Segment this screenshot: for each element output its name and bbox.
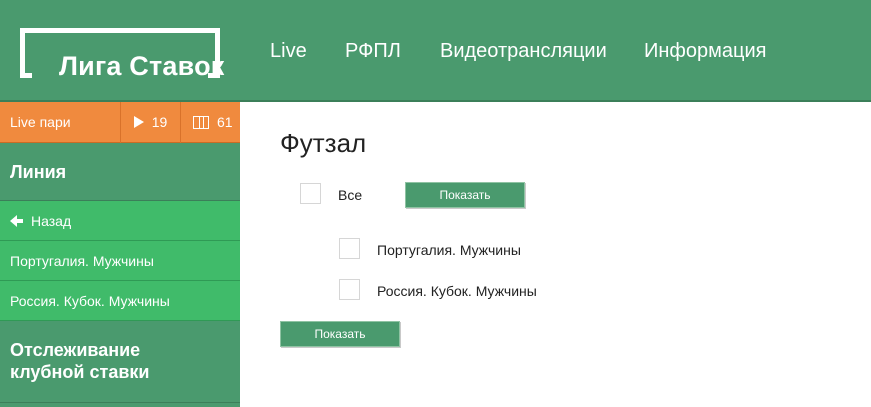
logo-frame-corner bbox=[20, 73, 32, 78]
league-label-portugal: Португалия. Мужчины bbox=[377, 242, 521, 258]
live-play-count-value: 19 bbox=[151, 113, 168, 130]
nav-video[interactable]: Видеотрансляции bbox=[440, 38, 607, 64]
nav-info[interactable]: Информация bbox=[644, 38, 766, 64]
play-icon bbox=[133, 116, 144, 128]
league-checkbox-portugal[interactable] bbox=[339, 238, 360, 259]
section-tracking-line2: клубной ставки bbox=[10, 362, 150, 382]
all-checkbox[interactable] bbox=[300, 183, 321, 204]
sidebar-back-link[interactable]: Назад bbox=[0, 201, 240, 241]
show-button-top[interactable]: Показать bbox=[405, 182, 525, 208]
sidebar-item-label: Россия. Кубок. Мужчины bbox=[10, 292, 170, 309]
section-line-title[interactable]: Линия bbox=[0, 143, 240, 201]
nav-rfpl[interactable]: РФПЛ bbox=[345, 38, 401, 64]
all-label: Все bbox=[338, 187, 363, 203]
show-button-bottom[interactable]: Показать bbox=[280, 321, 400, 347]
live-video-count[interactable]: 61 bbox=[181, 102, 233, 143]
sidebar-back-label: Назад bbox=[31, 212, 72, 229]
arrow-left-icon bbox=[10, 214, 23, 227]
sidebar-item-russia-cup[interactable]: Россия. Кубок. Мужчины bbox=[0, 281, 240, 321]
sidebar: Live пари 19 61 Линия Назад Португалия. … bbox=[0, 101, 240, 407]
main-content: Футзал Все Показать Португалия. Мужчины … bbox=[240, 102, 871, 407]
page-title: Футзал bbox=[280, 128, 367, 158]
live-bets-link[interactable]: Live пари bbox=[0, 101, 121, 143]
nav-live[interactable]: Live bbox=[270, 38, 307, 64]
sidebar-item-label: Португалия. Мужчины bbox=[10, 252, 154, 269]
section-tracking-title[interactable]: Отслеживание клубной ставки bbox=[0, 321, 240, 403]
live-bar: Live пари 19 61 bbox=[0, 101, 240, 143]
logo-frame-corner bbox=[208, 73, 220, 78]
top-header: Лига Ставок Live РФПЛ Видеотрансляции Ин… bbox=[0, 0, 871, 102]
league-label-russia-cup: Россия. Кубок. Мужчины bbox=[377, 283, 537, 299]
video-screen-icon bbox=[193, 115, 209, 129]
logo[interactable]: Лига Ставок bbox=[20, 28, 224, 82]
live-play-count[interactable]: 19 bbox=[121, 101, 181, 143]
logo-text: Лига Ставок bbox=[45, 50, 224, 82]
section-tracking-line1: Отслеживание bbox=[10, 340, 141, 360]
league-checkbox-russia-cup[interactable] bbox=[339, 279, 360, 300]
live-video-count-value: 61 bbox=[217, 113, 233, 130]
sidebar-item-portugal[interactable]: Португалия. Мужчины bbox=[0, 241, 240, 281]
